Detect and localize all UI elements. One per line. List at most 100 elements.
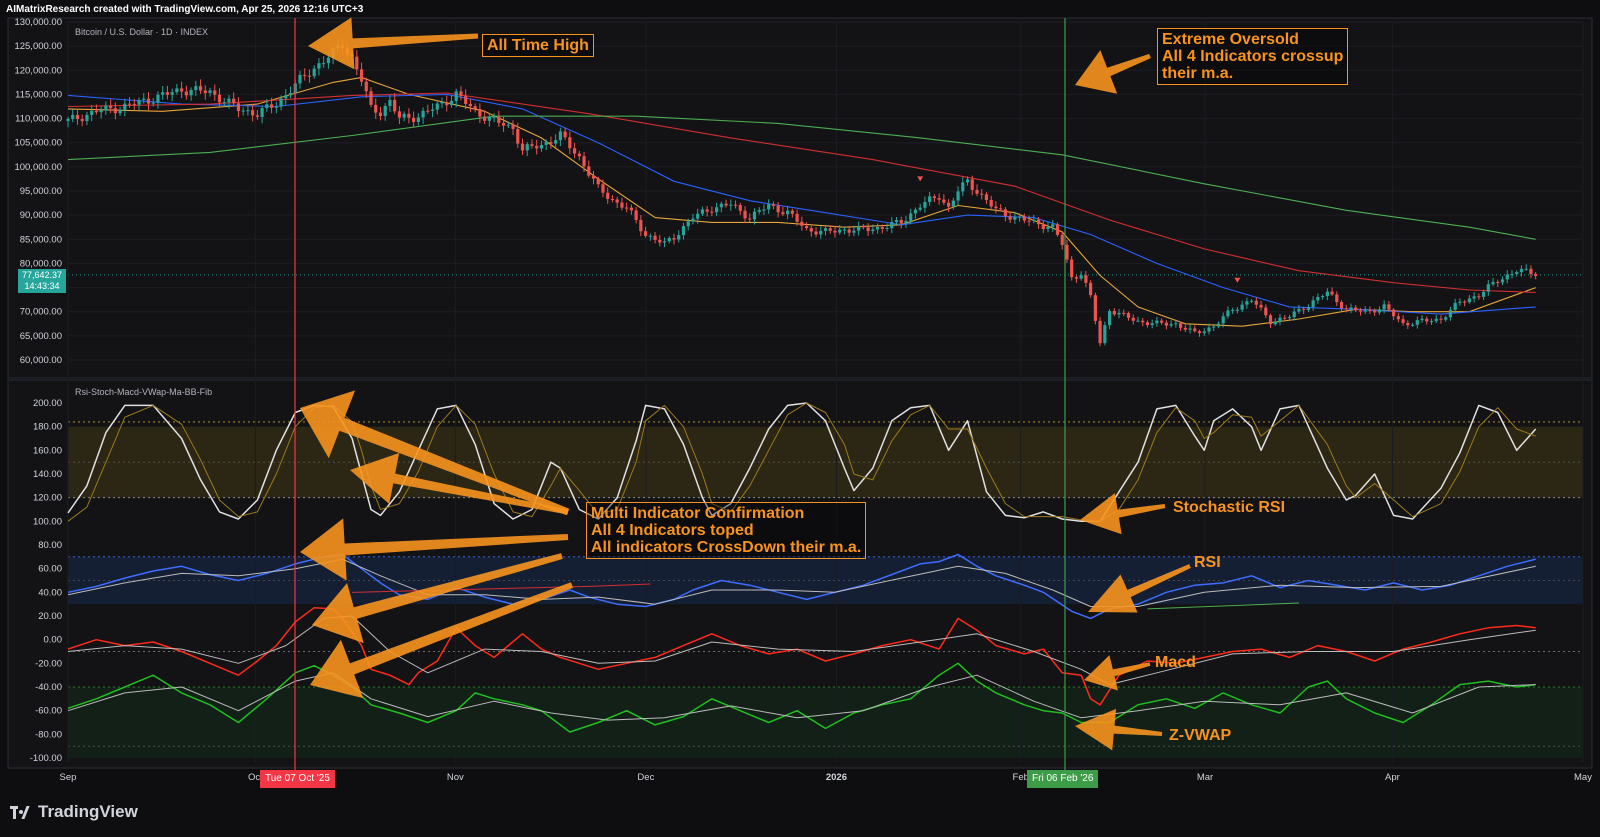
candle-body [833, 230, 837, 233]
candle-body [1316, 296, 1320, 301]
candle-body [838, 229, 842, 233]
candle-body [435, 103, 439, 110]
price-tick-label: 80,000.00 [20, 258, 62, 269]
candle-body [535, 145, 539, 149]
candle-body [544, 142, 548, 145]
candle-body [1453, 302, 1457, 310]
candle-body [1463, 301, 1467, 303]
candle-body [610, 198, 615, 200]
candle-body [1306, 307, 1311, 310]
confirmation-line-2: All 4 Indicators toped [591, 522, 754, 539]
candle-body [483, 116, 487, 121]
candle-body [1046, 226, 1050, 230]
candle-body [1089, 282, 1093, 296]
candle-body [269, 104, 274, 108]
last-price-tag: 77,642.37 14:43:34 [18, 269, 66, 293]
candle-body [847, 229, 851, 233]
candle-body [445, 102, 449, 106]
candle-body [710, 211, 714, 213]
candle-body [1481, 291, 1486, 297]
indicator-tick-label: -20.00 [35, 658, 62, 669]
confirmation-line-3: All indicators CrossDown their m.a. [591, 539, 862, 556]
candle-body [942, 199, 946, 203]
candle-body [1344, 308, 1348, 310]
candle-body [1510, 273, 1514, 275]
candle-body [184, 91, 188, 96]
tradingview-logo-icon [10, 805, 32, 819]
candle-body [923, 201, 927, 208]
candle-body [961, 182, 965, 192]
candle-body [1098, 320, 1102, 344]
last-price-value: 77,642.37 [21, 270, 63, 280]
candle-body [1259, 304, 1263, 308]
indicator-tick-label: 180.00 [33, 422, 62, 433]
candle-body [601, 184, 605, 193]
candle-body [1434, 318, 1438, 322]
candle-body [501, 122, 506, 126]
candle-body [222, 102, 226, 104]
candle-body [454, 91, 458, 101]
candle-body [516, 128, 520, 144]
candle-body [1496, 282, 1500, 284]
candle-body [1074, 277, 1079, 279]
candle-body [80, 119, 84, 122]
ath-annotation: All Time High [482, 34, 594, 57]
candle-body [1065, 244, 1069, 260]
candle-body [1174, 323, 1178, 325]
candle-body [94, 110, 99, 113]
candle-body [658, 239, 662, 243]
candle-body [412, 117, 416, 123]
candle-body [776, 205, 780, 213]
candle-body [298, 74, 302, 84]
confirmation-line-1: Multi Indicator Confirmation [591, 505, 805, 522]
candle-body [1112, 310, 1116, 315]
indicator-tick-label: -80.00 [35, 729, 62, 740]
candle-body [1003, 209, 1008, 217]
candle-body [1410, 324, 1415, 326]
candle-body [355, 56, 359, 70]
candle-body [156, 94, 160, 103]
candle-body [1472, 296, 1476, 299]
candle-body [786, 210, 790, 215]
price-tick-label: 60,000.00 [20, 355, 62, 366]
countdown-value: 14:43:34 [24, 281, 60, 291]
candle-body [66, 118, 70, 121]
time-tick-label: 2026 [826, 772, 847, 783]
candle-body [378, 112, 383, 116]
candle-body [203, 90, 207, 94]
candle-body [1354, 307, 1358, 311]
candle-body [686, 221, 690, 227]
date-marker-left: Tue 07 Oct '25 [260, 770, 335, 788]
candle-body [577, 153, 581, 157]
candle-body [1070, 259, 1074, 278]
candle-body [1226, 310, 1230, 317]
indicator-tick-label: 40.00 [38, 587, 62, 598]
price-tick-label: 120,000.00 [14, 65, 62, 76]
candle-body [236, 103, 241, 111]
candle-body [795, 213, 799, 222]
candle-body [700, 209, 705, 214]
candle-body [1529, 268, 1533, 274]
candle-body [1477, 296, 1481, 298]
candle-body [1145, 322, 1150, 326]
tradingview-logo[interactable]: TradingView [10, 802, 138, 822]
candle-body [416, 117, 420, 123]
candle-body [1197, 331, 1202, 334]
chart-canvas[interactable]: 130,000.00 125,000.00 120,000.00 115,000.00… [0, 0, 1600, 837]
candle-body [691, 218, 695, 222]
candle-body [1008, 216, 1012, 220]
candle-body [719, 203, 723, 208]
candle-body [984, 194, 989, 201]
candle-body [956, 191, 960, 201]
price-tick-label: 85,000.00 [20, 234, 62, 245]
candle-body [1297, 308, 1301, 312]
candle-body [549, 142, 553, 144]
candle-body [885, 228, 889, 230]
candle-body [104, 105, 108, 111]
candle-body [994, 206, 998, 209]
candle-body [520, 143, 525, 151]
candle-body [1202, 331, 1206, 334]
indicator-tick-label: 80.00 [38, 540, 62, 551]
candle-body [1491, 282, 1495, 285]
candle-body [1420, 318, 1424, 321]
